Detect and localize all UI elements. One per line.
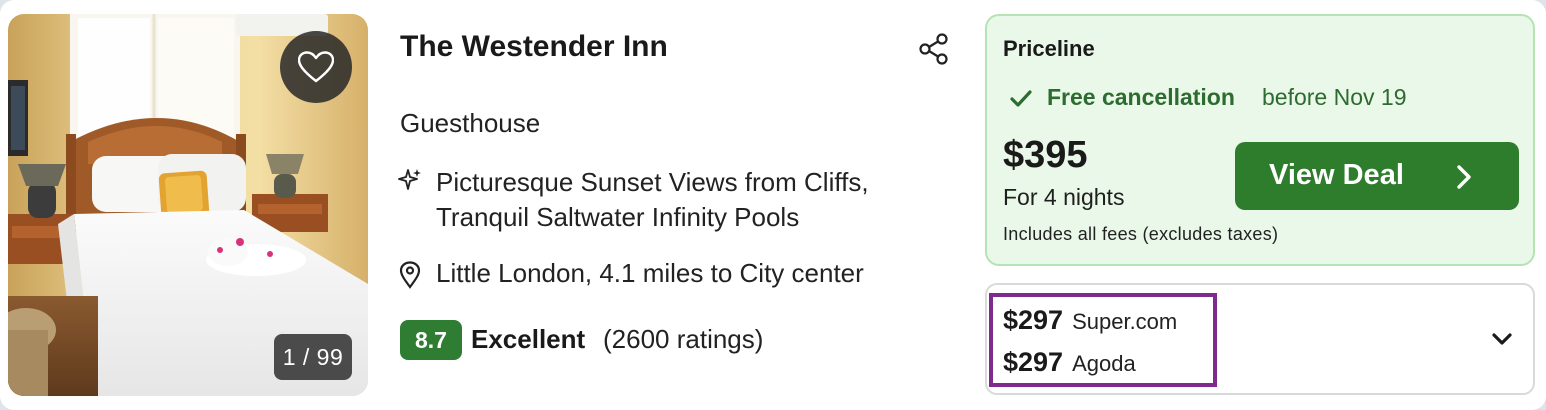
cancellation-deadline: before Nov 19 (1262, 84, 1407, 110)
property-type: Guesthouse (400, 108, 541, 138)
share-icon (919, 33, 948, 65)
fees-note: Includes all fees (excludes taxes) (1003, 224, 1279, 244)
offer-price: $297 (1003, 305, 1064, 335)
rating-score-badge: 8.7 (400, 320, 462, 360)
deal-price: $395 (1003, 134, 1088, 176)
stay-length: For 4 nights (1003, 184, 1125, 210)
view-deal-label: View Deal (1269, 159, 1404, 191)
offer-site: Agoda (1072, 351, 1136, 376)
check-icon (1010, 90, 1032, 107)
highlight-features: Picturesque Sunset Views from Cliffs, Tr… (436, 167, 869, 232)
offer-row[interactable]: $297 Agoda (1003, 347, 1136, 378)
map-pin-icon (399, 261, 421, 289)
offer-row[interactable]: $297 Super.com (1003, 305, 1177, 336)
hotel-name[interactable]: The Westender Inn (400, 30, 668, 64)
deal-provider: Priceline (1003, 36, 1095, 61)
chevron-down-icon[interactable] (1491, 331, 1513, 347)
offer-site: Super.com (1072, 309, 1178, 334)
location-text: Little London, 4.1 miles to City center (436, 258, 864, 288)
share-button[interactable] (917, 32, 951, 66)
photo-counter: 1 / 99 (274, 334, 352, 380)
hotel-listing-card: 1 / 99 The Westender Inn Guesthouse Pict… (0, 0, 1546, 410)
heart-icon (298, 51, 334, 83)
offer-price: $297 (1003, 347, 1064, 377)
rating-count: (2600 ratings) (603, 324, 764, 354)
favorite-button[interactable] (280, 31, 352, 103)
view-deal-button[interactable]: View Deal (1235, 142, 1519, 210)
rating-label: Excellent (471, 324, 586, 354)
free-cancellation-label: Free cancellation (1047, 84, 1235, 110)
chevron-right-icon (1457, 165, 1471, 189)
featured-deal-panel[interactable]: Priceline Free cancellation before Nov 1… (985, 14, 1535, 266)
other-offers-dropdown[interactable]: $297 Super.com $297 Agoda (985, 283, 1535, 395)
sparkle-icon (398, 169, 421, 190)
